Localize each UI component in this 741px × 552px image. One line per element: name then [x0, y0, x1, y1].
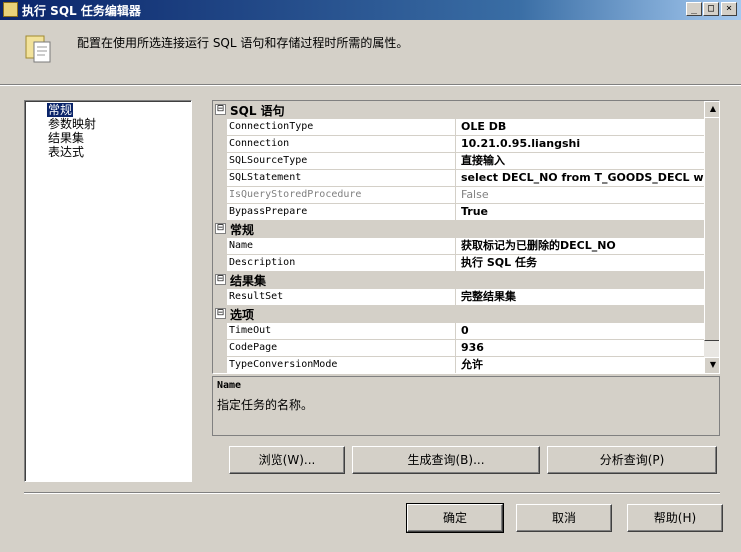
- property-value[interactable]: select DECL_NO from T_GOODS_DECL wh: [461, 169, 704, 186]
- category-general[interactable]: ⊟ 常规: [213, 220, 704, 238]
- category-label: 结果集: [230, 274, 267, 288]
- property-row[interactable]: ResultSet 完整结果集: [213, 288, 704, 306]
- ok-button[interactable]: 确定: [406, 503, 504, 533]
- minimize-button[interactable]: _: [686, 2, 702, 16]
- page-list: 常规 参数映射 结果集 表达式: [24, 100, 192, 482]
- maximize-button[interactable]: □: [703, 2, 719, 16]
- browse-button[interactable]: 浏览(W)...: [229, 446, 345, 474]
- nav-item-parameter-mapping[interactable]: 参数映射: [47, 117, 97, 131]
- property-name: SQLSourceType: [229, 152, 456, 169]
- footer-divider: [24, 492, 720, 494]
- property-row[interactable]: ConnectionType OLE DB: [213, 118, 704, 136]
- category-label: 常规: [230, 223, 255, 237]
- cancel-button[interactable]: 取消: [516, 504, 612, 532]
- title-bar[interactable]: 执行 SQL 任务编辑器 _ □ ×: [0, 0, 741, 20]
- property-row[interactable]: SQLSourceType 直接输入: [213, 152, 704, 170]
- property-name: TimeOut: [229, 322, 456, 339]
- property-row: IsQueryStoredProcedure False: [213, 186, 704, 204]
- property-row[interactable]: TimeOut 0: [213, 322, 704, 340]
- property-value[interactable]: 允许: [461, 356, 704, 373]
- close-button[interactable]: ×: [721, 2, 737, 16]
- vertical-scrollbar[interactable]: ▲ ▼: [704, 101, 719, 373]
- property-name: BypassPrepare: [229, 203, 456, 220]
- property-value[interactable]: 直接输入: [461, 152, 704, 169]
- build-query-button[interactable]: 生成查询(B)...: [352, 446, 540, 474]
- property-value[interactable]: OLE DB: [461, 118, 704, 135]
- description-title: Name: [217, 380, 242, 391]
- property-name: IsQueryStoredProcedure: [229, 186, 456, 203]
- parse-query-button[interactable]: 分析查询(P): [547, 446, 717, 474]
- collapse-icon[interactable]: ⊟: [215, 308, 226, 319]
- nav-item-result-set[interactable]: 结果集: [47, 131, 85, 145]
- property-name: Connection: [229, 135, 456, 152]
- category-label: SQL 语句: [230, 104, 285, 118]
- header-divider: [0, 84, 741, 86]
- category-options[interactable]: ⊟ 选项: [213, 305, 704, 323]
- property-value: False: [461, 188, 489, 201]
- property-row[interactable]: Name 获取标记为已删除的DECL_NO: [213, 237, 704, 255]
- property-row[interactable]: Description 执行 SQL 任务: [213, 254, 704, 272]
- collapse-icon[interactable]: ⊟: [215, 104, 226, 115]
- property-row[interactable]: BypassPrepare True: [213, 203, 704, 221]
- property-row[interactable]: Connection 10.21.0.95.liangshi: [213, 135, 704, 153]
- description-text: 指定任务的名称。: [217, 398, 314, 412]
- app-icon: [3, 2, 18, 17]
- collapse-icon[interactable]: ⊟: [215, 274, 226, 285]
- collapse-icon[interactable]: ⊟: [215, 223, 226, 234]
- help-button[interactable]: 帮助(H): [627, 504, 723, 532]
- property-name: ConnectionType: [229, 118, 456, 135]
- property-name: TypeConversionMode: [229, 356, 456, 373]
- property-name: SQLStatement: [229, 169, 456, 186]
- category-result-set[interactable]: ⊟ 结果集: [213, 271, 704, 289]
- property-value[interactable]: 0: [461, 322, 704, 339]
- property-value[interactable]: True: [461, 203, 704, 220]
- property-name: Description: [229, 254, 456, 271]
- property-grid: ⊟ SQL 语句 ConnectionType OLE DB Connectio…: [212, 100, 720, 374]
- property-value[interactable]: 执行 SQL 任务: [461, 254, 704, 271]
- property-value[interactable]: 获取标记为已删除的DECL_NO: [461, 237, 704, 254]
- property-name: ResultSet: [229, 288, 456, 305]
- category-label: 选项: [230, 308, 255, 322]
- property-value[interactable]: 10.21.0.95.liangshi: [461, 135, 704, 152]
- property-name: CodePage: [229, 339, 456, 356]
- property-name: Name: [229, 237, 456, 254]
- property-row[interactable]: SQLStatement select DECL_NO from T_GOODS…: [213, 169, 704, 187]
- category-sql-statement[interactable]: ⊟ SQL 语句: [213, 101, 704, 119]
- nav-item-expressions[interactable]: 表达式: [47, 145, 85, 159]
- task-document-icon: [25, 35, 51, 63]
- scroll-down-icon[interactable]: ▼: [704, 357, 719, 373]
- scroll-thumb[interactable]: [704, 117, 719, 341]
- property-row[interactable]: CodePage 936: [213, 339, 704, 357]
- window-title: 执行 SQL 任务编辑器: [22, 4, 141, 18]
- property-description-panel: Name 指定任务的名称。: [212, 376, 720, 436]
- property-row[interactable]: TypeConversionMode 允许: [213, 356, 704, 373]
- property-value[interactable]: 完整结果集: [461, 288, 704, 305]
- property-value[interactable]: 936: [461, 339, 704, 356]
- nav-item-general[interactable]: 常规: [47, 103, 74, 117]
- header-description: 配置在使用所选连接运行 SQL 语句和存储过程时所需的属性。: [77, 36, 409, 50]
